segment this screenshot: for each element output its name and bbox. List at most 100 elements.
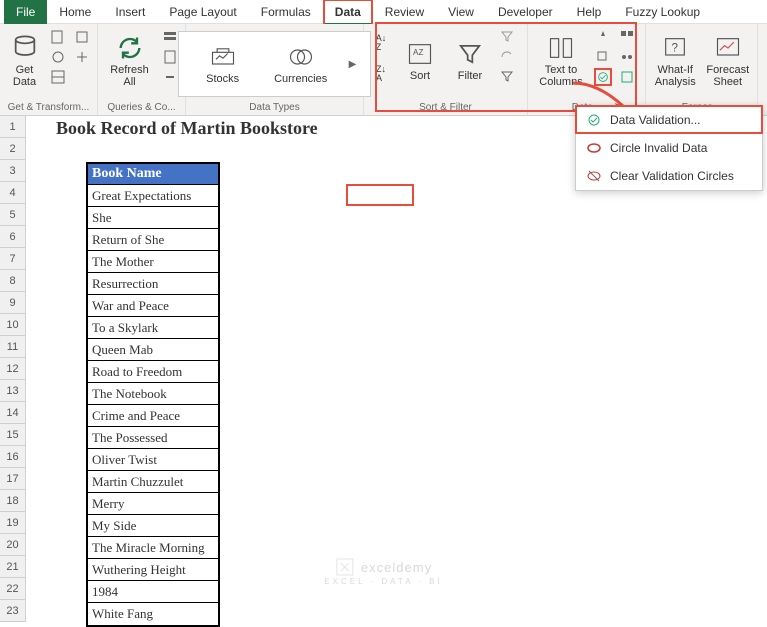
group-label: Data Types xyxy=(192,100,357,113)
tab-developer[interactable]: Developer xyxy=(486,0,565,25)
table-row[interactable]: The Miracle Morning xyxy=(88,537,218,559)
refresh-icon xyxy=(116,34,144,62)
data-validation-item[interactable]: Data Validation... xyxy=(576,106,762,134)
row-header[interactable]: 7 xyxy=(0,248,25,270)
database-icon xyxy=(11,34,39,62)
text-to-columns-button[interactable]: Text to Columns xyxy=(534,28,588,94)
table-row[interactable]: Merry xyxy=(88,493,218,515)
what-if-icon: ? xyxy=(661,34,689,62)
table-row[interactable]: Crime and Peace xyxy=(88,405,218,427)
relationships-icon[interactable] xyxy=(618,48,636,66)
tab-data[interactable]: Data xyxy=(323,0,373,25)
sort-button[interactable]: AZ Sort xyxy=(398,28,442,94)
refresh-all-button[interactable]: Refresh All xyxy=(104,28,155,94)
tab-view[interactable]: View xyxy=(436,0,486,25)
row-header[interactable]: 11 xyxy=(0,336,25,358)
forecast-icon xyxy=(714,34,742,62)
existing-conn-icon[interactable] xyxy=(73,48,91,66)
row-header[interactable]: 8 xyxy=(0,270,25,292)
row-header[interactable]: 5 xyxy=(0,204,25,226)
advanced-icon[interactable] xyxy=(498,68,516,86)
table-row[interactable]: The Mother xyxy=(88,251,218,273)
selected-cell[interactable] xyxy=(346,184,414,206)
from-text-icon[interactable] xyxy=(49,28,67,46)
stocks-button[interactable]: Stocks xyxy=(193,40,253,88)
edit-links-icon[interactable] xyxy=(161,68,179,86)
table-row[interactable]: To a Skylark xyxy=(88,317,218,339)
data-validation-dropdown: Data Validation... Circle Invalid Data C… xyxy=(575,105,763,191)
table-row[interactable]: The Possessed xyxy=(88,427,218,449)
from-web-icon[interactable] xyxy=(49,48,67,66)
get-data-button[interactable]: Get Data xyxy=(6,28,43,94)
sort-asc-button[interactable]: A↓Z xyxy=(370,28,392,58)
currencies-button[interactable]: Currencies xyxy=(271,40,331,88)
tab-page-layout[interactable]: Page Layout xyxy=(157,0,248,25)
filter-button[interactable]: Filter xyxy=(448,28,492,94)
table-row[interactable]: War and Peace xyxy=(88,295,218,317)
table-row[interactable]: She xyxy=(88,207,218,229)
row-header[interactable]: 15 xyxy=(0,424,25,446)
row-header[interactable]: 3 xyxy=(0,160,25,182)
table-row[interactable]: Resurrection xyxy=(88,273,218,295)
table-row[interactable]: My Side xyxy=(88,515,218,537)
tab-formulas[interactable]: Formulas xyxy=(249,0,323,25)
properties-icon[interactable] xyxy=(161,48,179,66)
table-row[interactable]: Queen Mab xyxy=(88,339,218,361)
what-if-button[interactable]: ? What-If Analysis xyxy=(652,28,699,94)
group-label: Queries & Co... xyxy=(104,100,179,113)
row-header[interactable]: 20 xyxy=(0,534,25,556)
tab-home[interactable]: Home xyxy=(47,0,103,25)
row-header[interactable]: 4 xyxy=(0,182,25,204)
row-headers: 1234567891011121314151617181920212223 xyxy=(0,116,26,622)
table-row[interactable]: Martin Chuzzulet xyxy=(88,471,218,493)
row-header[interactable]: 22 xyxy=(0,578,25,600)
tab-file[interactable]: File xyxy=(4,0,47,25)
recent-sources-icon[interactable] xyxy=(73,28,91,46)
tab-insert[interactable]: Insert xyxy=(103,0,157,25)
consolidate-icon[interactable] xyxy=(618,28,636,46)
row-header[interactable]: 16 xyxy=(0,446,25,468)
forecast-sheet-button[interactable]: Forecast Sheet xyxy=(705,28,752,94)
table-row[interactable]: Oliver Twist xyxy=(88,449,218,471)
ribbon: Get Data Get & Transform... Refresh All xyxy=(0,24,767,116)
flash-fill-icon[interactable] xyxy=(594,28,612,46)
table-row[interactable]: White Fang xyxy=(88,603,218,625)
chevron-right-icon[interactable]: ▶ xyxy=(349,59,357,70)
row-header[interactable]: 14 xyxy=(0,402,25,424)
menu-bar: File Home Insert Page Layout Formulas Da… xyxy=(0,0,767,24)
from-table-icon[interactable] xyxy=(49,68,67,86)
row-header[interactable]: 19 xyxy=(0,512,25,534)
table-row[interactable]: Return of She xyxy=(88,229,218,251)
stocks-icon xyxy=(209,43,237,71)
tab-review[interactable]: Review xyxy=(373,0,436,25)
table-row[interactable]: 1984 xyxy=(88,581,218,603)
row-header[interactable]: 9 xyxy=(0,292,25,314)
queries-icon[interactable] xyxy=(161,28,179,46)
row-header[interactable]: 13 xyxy=(0,380,25,402)
sort-icon: AZ xyxy=(406,40,434,68)
tab-help[interactable]: Help xyxy=(565,0,614,25)
table-row[interactable]: Road to Freedom xyxy=(88,361,218,383)
row-header[interactable]: 1 xyxy=(0,116,25,138)
row-header[interactable]: 18 xyxy=(0,490,25,512)
reapply-icon[interactable] xyxy=(498,48,516,66)
data-validation-button[interactable] xyxy=(594,68,612,86)
tab-fuzzy-lookup[interactable]: Fuzzy Lookup xyxy=(613,0,712,25)
row-header[interactable]: 23 xyxy=(0,600,25,622)
row-header[interactable]: 12 xyxy=(0,358,25,380)
row-header[interactable]: 2 xyxy=(0,138,25,160)
row-header[interactable]: 17 xyxy=(0,468,25,490)
remove-dup-icon[interactable] xyxy=(594,48,612,66)
table-header: Book Name xyxy=(88,164,218,185)
row-header[interactable]: 6 xyxy=(0,226,25,248)
clear-circles-item[interactable]: Clear Validation Circles xyxy=(576,162,762,190)
table-row[interactable]: Wuthering Height xyxy=(88,559,218,581)
data-model-icon[interactable] xyxy=(618,68,636,86)
sort-desc-button[interactable]: Z↓A xyxy=(370,59,392,89)
circle-invalid-item[interactable]: Circle Invalid Data xyxy=(576,134,762,162)
table-row[interactable]: The Notebook xyxy=(88,383,218,405)
clear-filter-icon[interactable] xyxy=(498,28,516,46)
row-header[interactable]: 21 xyxy=(0,556,25,578)
table-row[interactable]: Great Expectations xyxy=(88,185,218,207)
row-header[interactable]: 10 xyxy=(0,314,25,336)
